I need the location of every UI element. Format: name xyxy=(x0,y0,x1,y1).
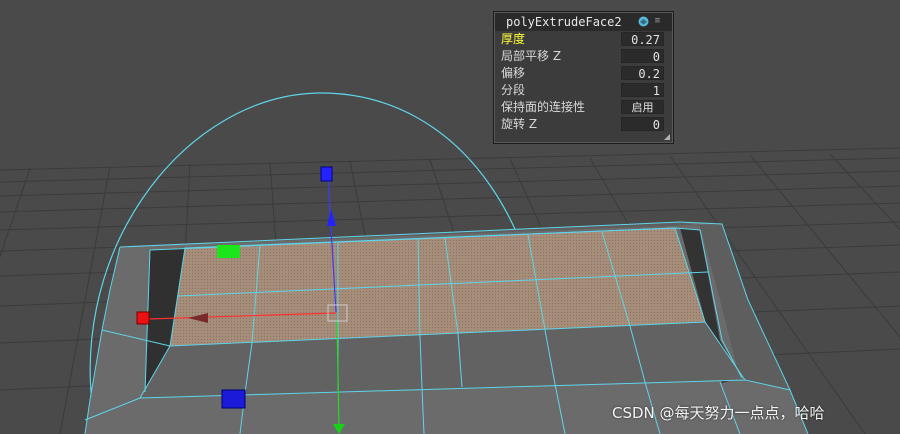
resize-grip-icon[interactable] xyxy=(664,134,670,140)
attribute-label: 厚度 xyxy=(501,32,526,46)
attribute-label: 分段 xyxy=(501,83,526,97)
attribute-value-field[interactable]: 1 xyxy=(621,83,664,98)
attribute-value-field[interactable]: 0 xyxy=(621,49,664,64)
x-axis-handle[interactable] xyxy=(136,311,150,325)
watermark: CSDN @每天努力一点点，哈哈 xyxy=(612,404,825,422)
attribute-row-rotate-z[interactable]: 旋转 Z 0 xyxy=(498,116,669,133)
attribute-value-field[interactable]: 0.27 xyxy=(621,32,664,47)
z-axis-handle[interactable] xyxy=(320,166,333,182)
options-menu-icon[interactable]: ≡ xyxy=(654,16,661,27)
attribute-row-divisions[interactable]: 分段 1 xyxy=(498,82,669,99)
in-view-channel-box[interactable]: polyExtrudeFace2 ≡ 厚度 0.27 局部平移 Z 0 偏移 0… xyxy=(493,11,674,144)
z-axis-cone[interactable] xyxy=(327,209,336,226)
poly-node-icon xyxy=(638,16,649,27)
channel-box-titlebar[interactable]: polyExtrudeFace2 ≡ xyxy=(495,13,672,31)
lower-handle[interactable] xyxy=(221,389,246,409)
attribute-row-local-translate-z[interactable]: 局部平移 Z 0 xyxy=(498,48,669,65)
scale-handle[interactable] xyxy=(217,245,240,258)
attribute-row-keep-faces-together[interactable]: 保持面的连接性 启用 xyxy=(498,99,669,116)
attribute-value-field[interactable]: 0.2 xyxy=(621,66,664,81)
attribute-label: 偏移 xyxy=(501,66,526,80)
attribute-label: 局部平移 Z xyxy=(501,49,562,63)
node-name: polyExtrudeFace2 xyxy=(506,15,622,29)
attribute-row-thickness[interactable]: 厚度 0.27 xyxy=(498,31,669,48)
attribute-row-offset[interactable]: 偏移 0.2 xyxy=(498,65,669,82)
attribute-label: 保持面的连接性 xyxy=(501,100,586,114)
3d-viewport[interactable] xyxy=(0,0,900,434)
attribute-label: 旋转 Z xyxy=(501,117,538,131)
attribute-value-field[interactable]: 0 xyxy=(621,117,664,132)
attribute-enum-field[interactable]: 启用 xyxy=(621,100,664,114)
